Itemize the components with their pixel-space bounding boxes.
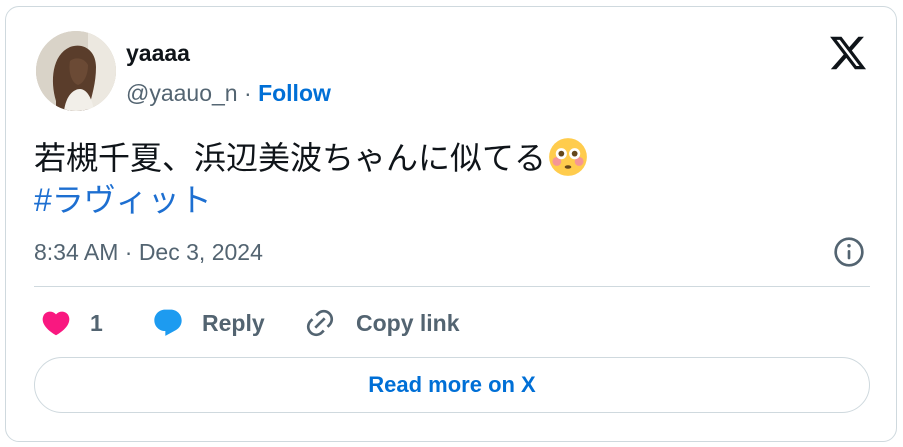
divider: [34, 286, 870, 287]
info-icon[interactable]: [833, 236, 865, 268]
like-count: 1: [90, 309, 103, 336]
author-name[interactable]: yaaaa: [126, 40, 190, 67]
copy-link-button[interactable]: Copy link: [304, 303, 460, 343]
tweet-timestamp[interactable]: 8:34 AM · Dec 3, 2024: [34, 239, 263, 266]
tweet-body: 若槻千夏、浜辺美波ちゃんに似てる: [34, 140, 547, 176]
read-more-label: Read more on X: [368, 372, 536, 397]
hashtag-link[interactable]: #ラヴィット: [34, 181, 212, 219]
x-logo-icon[interactable]: [828, 33, 868, 73]
follow-button[interactable]: Follow: [258, 80, 331, 106]
reply-button[interactable]: Reply: [152, 303, 265, 343]
avatar[interactable]: [36, 31, 116, 111]
flushed-face-icon: [549, 138, 587, 176]
handle-separator: ·: [237, 80, 259, 106]
action-bar: 1 Reply Copy link: [34, 303, 870, 343]
tweet-card: yaaaa @yaauo_n · Follow 若槻千夏、浜辺美波ちゃんに似てる…: [5, 6, 897, 442]
tweet-text: 若槻千夏、浜辺美波ちゃんに似てる: [34, 137, 588, 177]
like-button[interactable]: 1: [40, 303, 103, 343]
author-handle[interactable]: @yaauo_n: [126, 80, 238, 106]
reply-bubble-icon: [154, 309, 182, 336]
reply-label: Reply: [202, 309, 265, 336]
author-handle-row: @yaauo_n · Follow: [126, 80, 331, 107]
read-more-button[interactable]: Read more on X: [34, 357, 870, 413]
heart-icon: [42, 311, 70, 336]
copy-link-label: Copy link: [356, 309, 460, 336]
link-icon: [306, 309, 334, 337]
